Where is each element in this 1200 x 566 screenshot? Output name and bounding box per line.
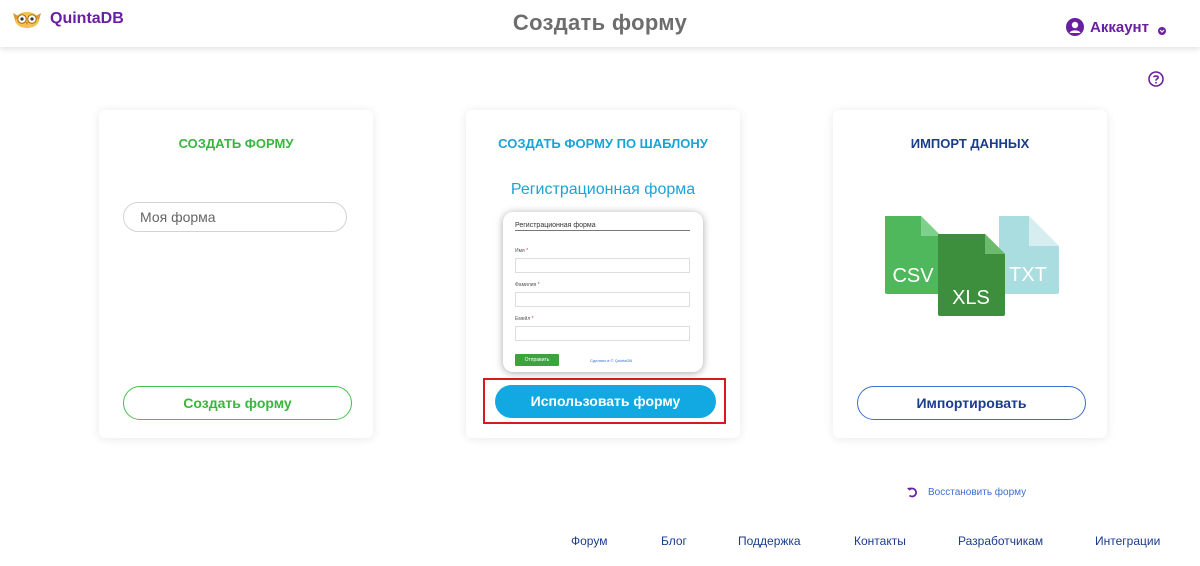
xls-file-icon: XLS <box>938 234 1005 316</box>
form-name-input[interactable] <box>123 202 347 232</box>
preview-field-first-name <box>515 258 690 273</box>
svg-text:TXT: TXT <box>1009 264 1047 286</box>
preview-field-email <box>515 326 690 341</box>
help-icon[interactable] <box>1148 71 1164 87</box>
create-form-title: СОЗДАТЬ ФОРМУ <box>178 136 294 151</box>
chevron-down-icon <box>1157 27 1166 35</box>
footer-link-developers[interactable]: Разработчикам <box>958 534 1043 548</box>
preview-field-last-name <box>515 292 690 307</box>
svg-text:CSV: CSV <box>892 265 934 287</box>
use-form-button[interactable]: Использовать форму <box>495 385 716 418</box>
preview-label-email: Емейл * <box>515 316 534 322</box>
create-form-card: СОЗДАТЬ ФОРМУ Создать форму <box>99 110 373 438</box>
user-avatar-icon <box>1066 18 1084 36</box>
restore-form-label: Восстановить форму <box>928 486 1027 498</box>
template-name[interactable]: Регистрационная форма <box>466 181 740 199</box>
preview-label-last-name: Фамилия * <box>515 282 540 288</box>
template-form-title: СОЗДАТЬ ФОРМУ ПО ШАБЛОНУ <box>498 136 708 151</box>
account-label: Аккаунт <box>1090 18 1149 36</box>
template-preview[interactable]: Регистрационная форма Имя * Фамилия * Ем… <box>503 212 703 372</box>
footer-link-integrations[interactable]: Интеграции <box>1095 534 1160 548</box>
txt-file-icon: TXT <box>999 216 1059 294</box>
preview-label-first-name: Имя * <box>515 248 529 254</box>
preview-submit-button: Отправить <box>515 354 559 366</box>
preview-divider <box>515 230 690 231</box>
footer-link-support[interactable]: Поддержка <box>738 534 801 548</box>
import-data-card: ИМПОРТ ДАННЫХ TXT CSV XLS Импортировать <box>833 110 1107 438</box>
account-menu[interactable]: Аккаунт <box>1066 18 1166 36</box>
footer-link-contacts[interactable]: Контакты <box>854 534 906 548</box>
svg-text:XLS: XLS <box>952 287 990 309</box>
csv-file-icon: CSV <box>885 216 941 294</box>
preview-made-with: Сделано в © QuintaDB <box>590 358 633 363</box>
footer-link-forum[interactable]: Форум <box>571 534 607 548</box>
page-title: Создать форму <box>512 10 688 35</box>
footer-link-blog[interactable]: Блог <box>661 534 687 548</box>
import-data-title: ИМПОРТ ДАННЫХ <box>910 136 1030 151</box>
create-form-button[interactable]: Создать форму <box>123 386 352 420</box>
top-header: QuintaDB Создать форму Аккаунт <box>0 0 1200 47</box>
preview-title: Регистрационная форма <box>515 222 596 229</box>
restore-form-link[interactable]: Восстановить форму <box>906 486 1026 498</box>
undo-icon <box>907 487 918 498</box>
import-button[interactable]: Импортировать <box>857 386 1086 420</box>
file-types-icon: TXT CSV XLS <box>885 216 1059 316</box>
